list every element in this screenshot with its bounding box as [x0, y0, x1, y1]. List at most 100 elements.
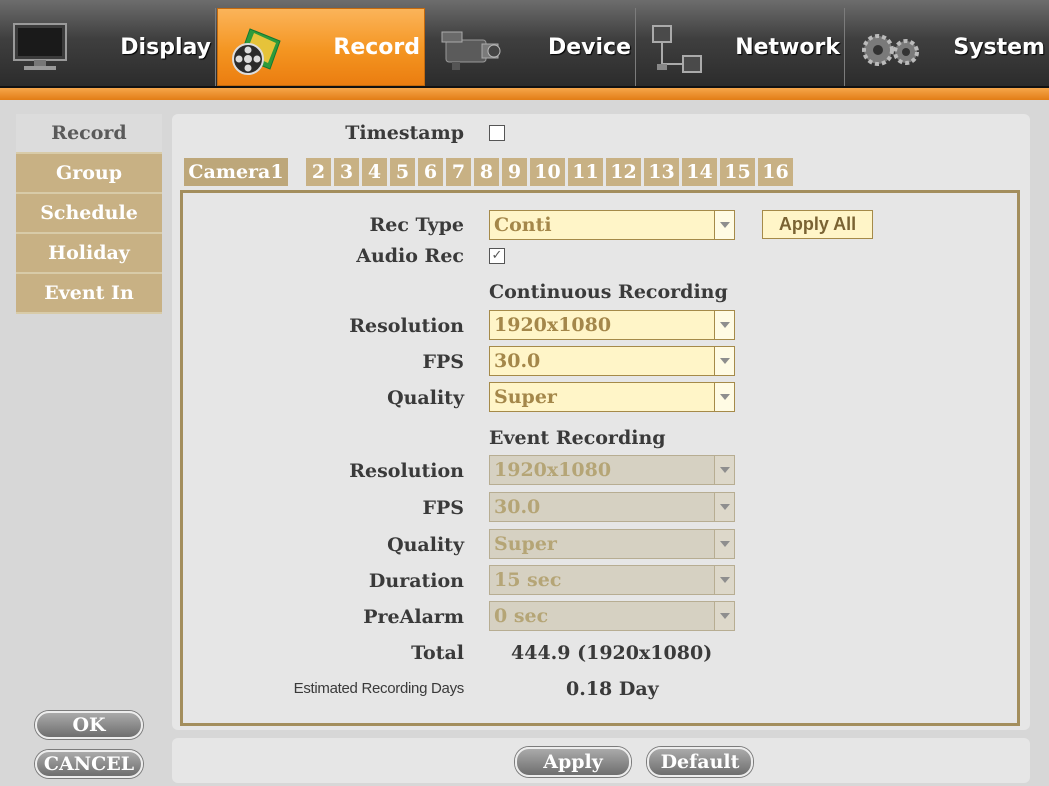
chevron-down-icon	[714, 311, 734, 339]
estimated-days-value: 0.18 Day	[566, 678, 659, 700]
sidebar-item-label: Schedule	[40, 202, 138, 224]
event-fps-value: 30.0	[494, 496, 541, 518]
cont-fps-value: 30.0	[494, 350, 541, 372]
camera-tab-label: Camera1	[188, 161, 284, 183]
sidebar-item-group[interactable]: Group	[16, 154, 162, 194]
tab-camera2[interactable]: 2	[306, 158, 331, 186]
event-resolution-select[interactable]: 1920x1080	[489, 455, 735, 485]
cont-quality-select[interactable]: Super	[489, 382, 735, 412]
tab-camera9[interactable]: 9	[502, 158, 527, 186]
sidebar-item-holiday[interactable]: Holiday	[16, 234, 162, 274]
chevron-down-icon	[714, 566, 734, 594]
tab-label: Display	[120, 34, 211, 60]
apply-button[interactable]: Apply	[515, 747, 631, 777]
tab-device[interactable]: Device	[426, 8, 636, 86]
total-value: 444.9 (1920x1080)	[511, 642, 713, 664]
prealarm-select[interactable]: 0 sec	[489, 601, 735, 631]
sidebar-item-schedule[interactable]: Schedule	[16, 194, 162, 234]
default-button[interactable]: Default	[647, 747, 753, 777]
monitor-icon	[13, 23, 67, 70]
sidebar-item-label: Holiday	[48, 242, 130, 264]
camera-tab-label: 14	[686, 161, 713, 183]
camera-tab-label: 9	[507, 161, 522, 183]
event-quality-label: Quality	[387, 534, 464, 556]
tab-label: Device	[547, 34, 631, 60]
prealarm-value: 0 sec	[494, 605, 549, 627]
camera-tab-label: 11	[572, 161, 599, 183]
event-recording-heading: Event Recording	[489, 427, 666, 449]
event-fps-select[interactable]: 30.0	[489, 492, 735, 522]
camera-tab-label: 5	[395, 161, 410, 183]
camera-tab-label: 10	[534, 161, 561, 183]
duration-select[interactable]: 15 sec	[489, 565, 735, 595]
tab-camera7[interactable]: 7	[446, 158, 471, 186]
rec-type-label: Rec Type	[369, 214, 464, 236]
tab-label: System	[953, 34, 1045, 60]
cancel-button[interactable]: CANCEL	[35, 750, 143, 778]
tab-camera11[interactable]: 11	[568, 158, 603, 186]
estimated-days-label: Estimated Recording Days	[293, 680, 465, 697]
sidebar-item-label: Group	[55, 162, 122, 184]
top-navigation-bar: Display Record Device Network System	[0, 0, 1049, 88]
film-reel-icon	[232, 28, 281, 75]
chevron-down-icon	[714, 602, 734, 630]
gears-icon	[862, 34, 919, 66]
tab-camera10[interactable]: 10	[530, 158, 565, 186]
tab-camera1[interactable]: Camera1	[184, 158, 288, 186]
cont-quality-label: Quality	[387, 387, 464, 409]
audio-rec-label: Audio Rec	[356, 245, 464, 267]
sidebar: Record Group Schedule Holiday Event In	[16, 114, 162, 786]
network-icon	[652, 25, 702, 73]
camera-tab-label: 3	[339, 161, 354, 183]
sidebar-item-label: Record	[51, 122, 127, 144]
prealarm-label: PreAlarm	[363, 606, 464, 628]
tab-network[interactable]: Network	[637, 8, 845, 86]
tab-camera15[interactable]: 15	[720, 158, 755, 186]
tab-camera3[interactable]: 3	[334, 158, 359, 186]
duration-label: Duration	[368, 570, 464, 592]
duration-value: 15 sec	[494, 569, 562, 591]
chevron-down-icon	[714, 211, 734, 239]
tab-record[interactable]: Record	[217, 8, 425, 86]
timestamp-checkbox[interactable]	[489, 125, 505, 141]
tab-camera4[interactable]: 4	[362, 158, 387, 186]
camcorder-icon	[441, 31, 501, 70]
event-resolution-label: Resolution	[349, 460, 464, 482]
ok-button[interactable]: OK	[35, 711, 143, 739]
header-divider	[0, 88, 1049, 100]
tab-system[interactable]: System	[846, 8, 1049, 86]
chevron-down-icon	[714, 383, 734, 411]
cont-resolution-select[interactable]: 1920x1080	[489, 310, 735, 340]
cont-quality-value: Super	[494, 386, 557, 408]
rec-type-select[interactable]: Conti	[489, 210, 735, 240]
tab-camera16[interactable]: 16	[758, 158, 793, 186]
sidebar-item-event-in[interactable]: Event In	[16, 274, 162, 314]
continuous-recording-heading: Continuous Recording	[489, 281, 728, 303]
camera-tab-label: 4	[367, 161, 382, 183]
tab-camera12[interactable]: 12	[606, 158, 641, 186]
sidebar-item-record[interactable]: Record	[16, 114, 162, 154]
event-quality-select[interactable]: Super	[489, 529, 735, 559]
camera-tab-label: 16	[762, 161, 789, 183]
cont-fps-select[interactable]: 30.0	[489, 346, 735, 376]
cancel-button-label: CANCEL	[43, 753, 135, 775]
event-resolution-value: 1920x1080	[494, 459, 612, 481]
camera-tab-label: 12	[610, 161, 637, 183]
tab-camera6[interactable]: 6	[418, 158, 443, 186]
tab-camera5[interactable]: 5	[390, 158, 415, 186]
apply-all-button[interactable]: Apply All	[762, 210, 873, 239]
cont-fps-label: FPS	[422, 351, 465, 373]
sidebar-item-label: Event In	[44, 282, 134, 304]
tab-camera14[interactable]: 14	[682, 158, 717, 186]
event-quality-value: Super	[494, 533, 557, 555]
tab-label: Network	[735, 34, 840, 60]
audio-rec-checkbox[interactable]: ✓	[489, 248, 505, 264]
camera-tab-label: 13	[648, 161, 675, 183]
tab-display[interactable]: Display	[0, 8, 216, 86]
chevron-down-icon	[714, 493, 734, 521]
tab-label: Record	[333, 34, 420, 60]
timestamp-label: Timestamp	[345, 122, 464, 144]
tab-camera8[interactable]: 8	[474, 158, 499, 186]
default-button-label: Default	[660, 751, 740, 773]
tab-camera13[interactable]: 13	[644, 158, 679, 186]
